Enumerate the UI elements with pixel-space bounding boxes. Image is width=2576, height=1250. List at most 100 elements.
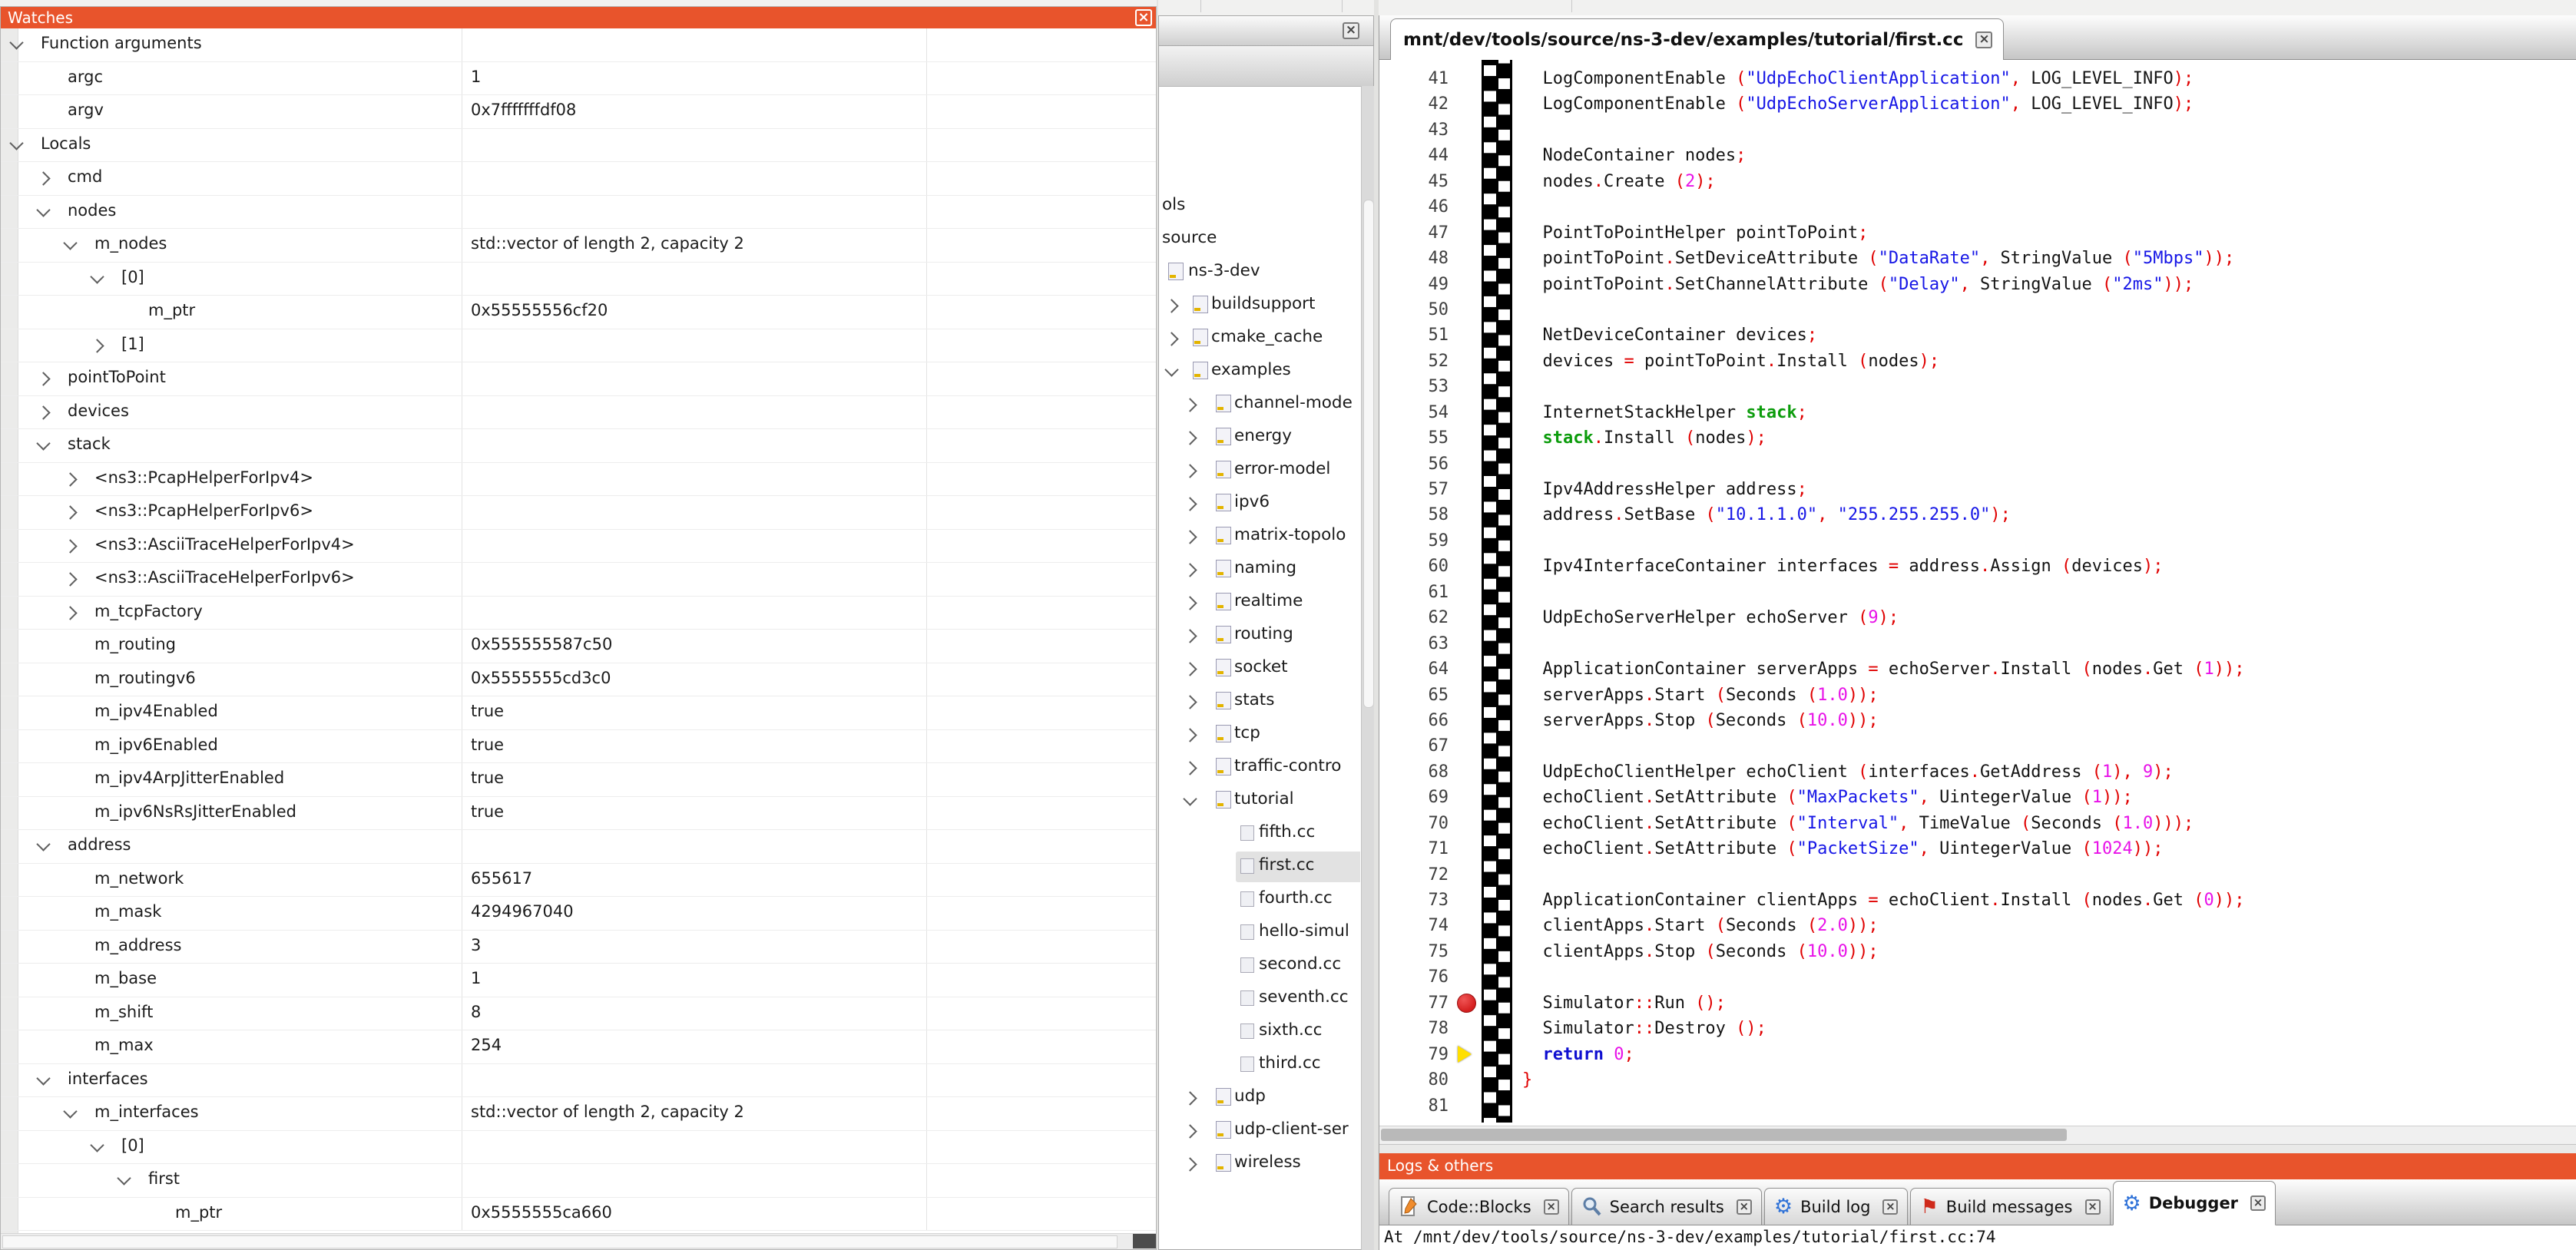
close-icon[interactable]: ×	[1975, 31, 1992, 48]
watch-row[interactable]: m_mask4294967040	[1, 897, 1156, 931]
tree-item[interactable]: fourth.cc	[1159, 883, 1360, 916]
watch-row[interactable]: cmd	[1, 162, 1156, 196]
code-line[interactable]: ApplicationContainer serverApps = echoSe…	[1512, 656, 2576, 682]
tree-item[interactable]: traffic-contro	[1159, 751, 1360, 784]
code-line[interactable]: UdpEchoServerHelper echoServer (9);	[1512, 605, 2576, 630]
line-number[interactable]: 60	[1379, 554, 1453, 579]
code-line[interactable]: clientApps.Start (Seconds (2.0));	[1512, 913, 2576, 938]
tree-item[interactable]: channel-mode	[1159, 388, 1360, 421]
tree-item[interactable]: hello-simul	[1159, 916, 1360, 949]
tree-item[interactable]: socket	[1159, 652, 1360, 685]
code-line[interactable]: NodeContainer nodes;	[1512, 143, 2576, 168]
close-icon[interactable]: ×	[1544, 1199, 1559, 1215]
chevron-right-icon[interactable]	[1183, 530, 1197, 544]
code-line[interactable]: stack.Install (nodes);	[1512, 425, 2576, 451]
close-icon[interactable]: ×	[2250, 1195, 2266, 1211]
line-number[interactable]: 80	[1379, 1067, 1453, 1093]
line-number[interactable]: 56	[1379, 451, 1453, 477]
tree-item[interactable]: error-model	[1159, 454, 1360, 487]
tree-item[interactable]: tutorial	[1159, 784, 1360, 817]
line-number[interactable]: 64	[1379, 656, 1453, 682]
tree-titlebar[interactable]: ×	[1159, 16, 1373, 46]
code-line[interactable]	[1512, 528, 2576, 554]
watch-row[interactable]: interfaces	[1, 1064, 1156, 1098]
code-line[interactable]: serverApps.Start (Seconds (1.0));	[1512, 683, 2576, 708]
chevron-right-icon[interactable]	[1183, 629, 1197, 643]
chevron-down-icon[interactable]	[36, 203, 50, 217]
code-line[interactable]: Ipv4InterfaceContainer interfaces = addr…	[1512, 554, 2576, 579]
watch-row[interactable]: devices	[1, 396, 1156, 430]
chevron-right-icon[interactable]	[1183, 398, 1197, 412]
chevron-down-icon[interactable]	[36, 436, 50, 450]
watch-row[interactable]: Locals	[1, 129, 1156, 163]
code-line[interactable]	[1512, 297, 2576, 322]
chevron-right-icon[interactable]	[1183, 1124, 1197, 1138]
tree-item[interactable]: routing	[1159, 619, 1360, 652]
tree-item[interactable]: seventh.cc	[1159, 982, 1360, 1015]
chevron-down-icon[interactable]	[117, 1171, 131, 1185]
line-number[interactable]: 70	[1379, 811, 1453, 836]
line-number[interactable]: 49	[1379, 272, 1453, 297]
line-number[interactable]: 55	[1379, 425, 1453, 451]
watches-horizontal-scrollbar[interactable]	[1, 1233, 1156, 1249]
code-line[interactable]: Ipv4AddressHelper address;	[1512, 477, 2576, 502]
watch-row[interactable]: [1]	[1, 329, 1156, 363]
watch-row[interactable]: stack	[1, 429, 1156, 463]
chevron-down-icon[interactable]	[63, 236, 77, 250]
watch-row[interactable]: [0]	[1, 1131, 1156, 1165]
tree-item[interactable]: naming	[1159, 553, 1360, 586]
watch-row[interactable]: m_ptr0x55555556cf20	[1, 296, 1156, 329]
line-number[interactable]: 52	[1379, 349, 1453, 374]
code-line[interactable]: address.SetBase ("10.1.1.0", "255.255.25…	[1512, 502, 2576, 527]
tree-item[interactable]: wireless	[1159, 1147, 1360, 1180]
code-line[interactable]: devices = pointToPoint.Install (nodes);	[1512, 349, 2576, 374]
watch-row[interactable]: m_network655617	[1, 864, 1156, 898]
editor-tab-first-cc[interactable]: mnt/dev/tools/source/ns-3-dev/examples/t…	[1390, 18, 2004, 61]
watch-row[interactable]: first	[1, 1164, 1156, 1198]
watch-row[interactable]: m_ipv4Enabledtrue	[1, 696, 1156, 730]
chevron-down-icon[interactable]	[1164, 362, 1178, 376]
chevron-right-icon[interactable]	[1183, 761, 1197, 775]
code-lines[interactable]: LogComponentEnable ("UdpEchoClientApplic…	[1512, 66, 2576, 1119]
line-number[interactable]: 79	[1379, 1042, 1453, 1067]
watch-row[interactable]: m_routing0x555555587c50	[1, 630, 1156, 663]
tree-item[interactable]: ns-3-dev	[1159, 256, 1360, 289]
line-number[interactable]: 76	[1379, 964, 1453, 990]
logs-tab-debugger[interactable]: ⚙Debugger×	[2113, 1181, 2276, 1225]
chevron-right-icon[interactable]	[1164, 332, 1178, 346]
chevron-down-icon[interactable]	[1183, 792, 1197, 805]
chevron-right-icon[interactable]	[1183, 728, 1197, 742]
code-line[interactable]: echoClient.SetAttribute ("Interval", Tim…	[1512, 811, 2576, 836]
chevron-right-icon[interactable]	[1164, 299, 1178, 312]
chevron-right-icon[interactable]	[1183, 464, 1197, 478]
tree-item[interactable]: first.cc	[1159, 850, 1360, 883]
code-line[interactable]	[1512, 451, 2576, 477]
line-number[interactable]: 78	[1379, 1016, 1453, 1041]
scrollbar-end[interactable]	[1133, 1234, 1156, 1248]
code-line[interactable]: UdpEchoClientHelper echoClient (interfac…	[1512, 759, 2576, 785]
watch-row[interactable]: nodes	[1, 196, 1156, 230]
code-line[interactable]: Simulator::Run ();	[1512, 990, 2576, 1016]
code-line[interactable]: ApplicationContainer clientApps = echoCl…	[1512, 888, 2576, 913]
logs-titlebar[interactable]: Logs & others	[1379, 1153, 2576, 1179]
tree-item[interactable]: ols	[1159, 190, 1360, 223]
watch-row[interactable]: <ns3::AsciiTraceHelperForIpv4>	[1, 530, 1156, 564]
scrollbar-thumb[interactable]	[2, 1235, 1117, 1248]
line-number[interactable]: 75	[1379, 939, 1453, 964]
logs-tab-code-blocks[interactable]: Code::Blocks×	[1389, 1188, 1569, 1225]
line-number[interactable]: 71	[1379, 836, 1453, 861]
line-number[interactable]: 61	[1379, 580, 1453, 605]
line-number[interactable]: 45	[1379, 169, 1453, 194]
watch-row[interactable]: m_ipv4ArpJitterEnabledtrue	[1, 763, 1156, 797]
chevron-right-icon[interactable]	[36, 405, 50, 419]
tree-item[interactable]: realtime	[1159, 586, 1360, 619]
tree-item[interactable]: ipv6	[1159, 487, 1360, 520]
chevron-right-icon[interactable]	[1183, 563, 1197, 577]
code-line[interactable]	[1512, 117, 2576, 143]
line-number[interactable]: 63	[1379, 631, 1453, 656]
tree-item[interactable]: buildsupport	[1159, 289, 1360, 322]
chevron-down-icon[interactable]	[36, 1071, 50, 1085]
chevron-right-icon[interactable]	[1183, 1157, 1197, 1171]
code-line[interactable]: Simulator::Destroy ();	[1512, 1016, 2576, 1041]
tree-item[interactable]: third.cc	[1159, 1048, 1360, 1081]
